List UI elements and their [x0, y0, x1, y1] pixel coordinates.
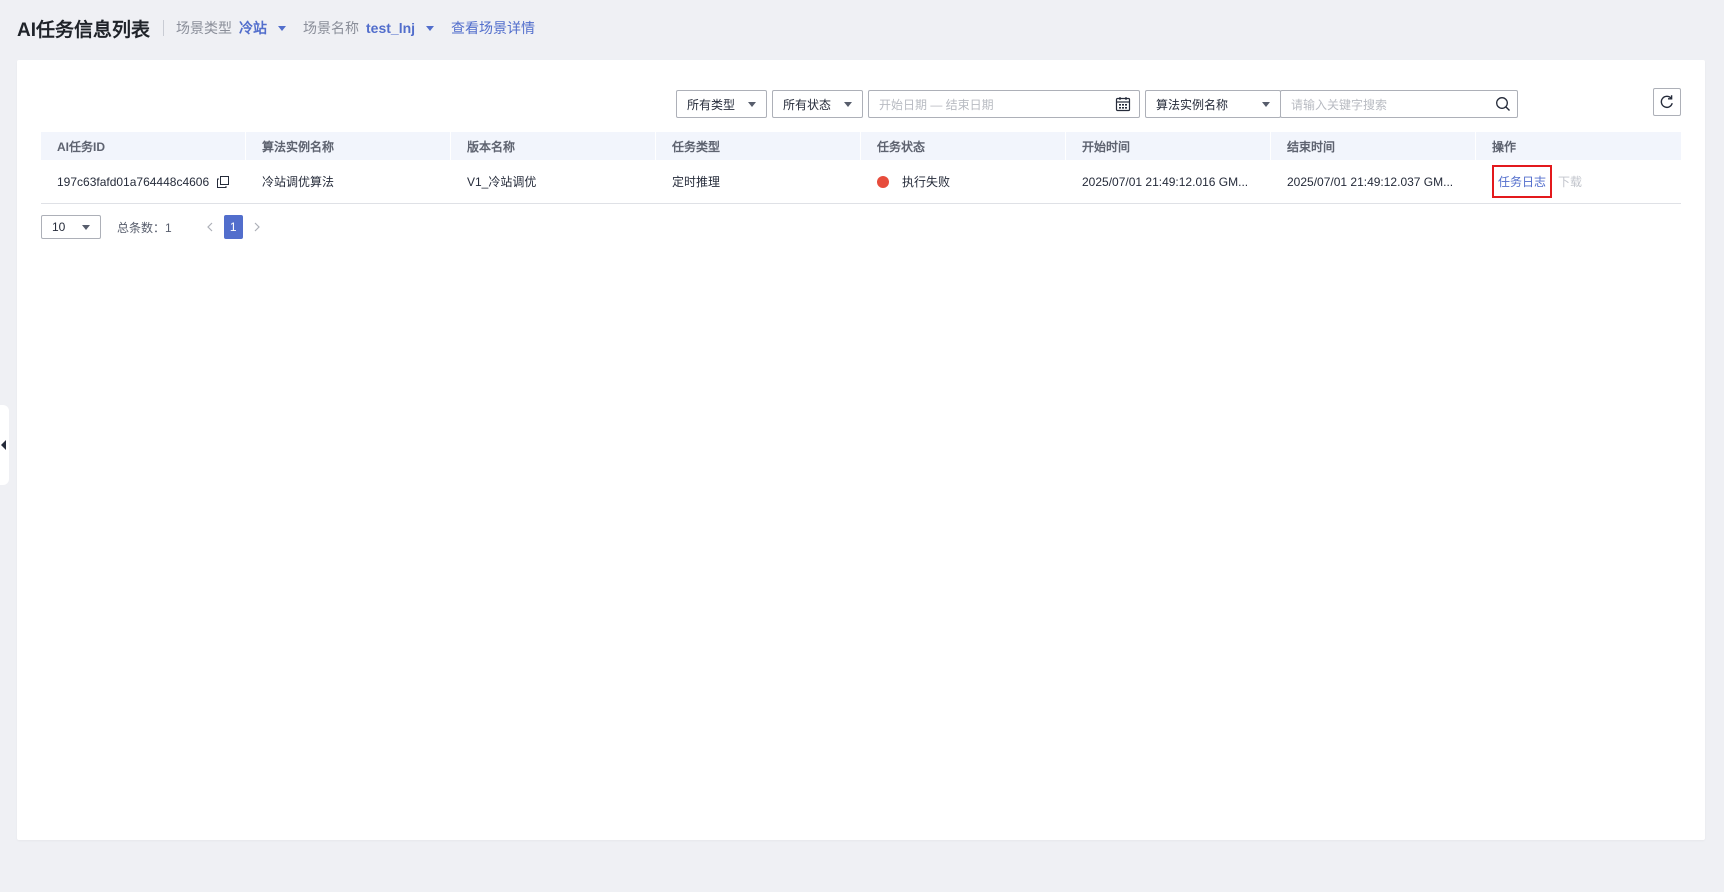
prev-page-button[interactable]: [202, 215, 218, 239]
column-header-algorithm-instance: 算法实例名称: [246, 132, 451, 160]
status-error-icon: [877, 175, 889, 188]
search-input[interactable]: 请输入关键字搜索: [1280, 90, 1518, 118]
status-filter-select[interactable]: 所有状态: [772, 90, 863, 118]
scene-name-chevron-down-icon[interactable]: [426, 25, 435, 31]
date-range-picker[interactable]: 开始日期 — 结束日期: [868, 90, 1140, 118]
cell-task-id: 197c63fafd01a764448c4606: [41, 160, 246, 203]
task-id-text: 197c63fafd01a764448c4606: [57, 174, 210, 189]
next-page-button[interactable]: [249, 215, 265, 239]
chevron-left-icon: [1, 440, 6, 450]
cell-end-time: 2025/07/01 21:49:12.037 GM...: [1287, 174, 1454, 189]
column-header-task-id: AI任务ID: [41, 132, 246, 160]
table-header: AI任务ID 算法实例名称 版本名称 任务类型 任务状态 开始时间 结束时间 操…: [41, 132, 1681, 160]
chevron-down-icon: [1262, 102, 1270, 107]
page-size-select[interactable]: 10: [41, 215, 101, 239]
search-field-select[interactable]: 算法实例名称: [1145, 90, 1281, 118]
chevron-left-icon: [206, 222, 213, 232]
download-link-disabled: 下载: [1558, 175, 1583, 189]
search-field-value: 算法实例名称: [1156, 97, 1229, 112]
chevron-down-icon: [82, 225, 90, 230]
chevron-down-icon: [844, 102, 852, 107]
column-header-start-time: 开始时间: [1066, 132, 1271, 160]
refresh-icon: [1660, 95, 1673, 109]
task-table: AI任务ID 算法实例名称 版本名称 任务类型 任务状态 开始时间 结束时间 操…: [41, 132, 1681, 204]
column-header-end-time: 结束时间: [1271, 132, 1476, 160]
cell-operations: 任务日志 下载: [1476, 160, 1681, 203]
page-size-value: 10: [52, 220, 66, 234]
date-range-placeholder: 开始日期 — 结束日期: [879, 97, 994, 112]
cell-task-type: 定时推理: [672, 175, 721, 189]
view-scene-detail-link[interactable]: 查看场景详情: [451, 18, 535, 38]
sidebar-expand-toggle[interactable]: [0, 405, 9, 485]
chevron-down-icon: [748, 102, 756, 107]
type-filter-value: 所有类型: [687, 97, 736, 112]
status-filter-value: 所有状态: [783, 97, 832, 112]
type-filter-select[interactable]: 所有类型: [676, 90, 767, 118]
column-header-operations: 操作: [1492, 139, 1517, 154]
scene-name-value[interactable]: test_lnj: [366, 20, 415, 36]
cell-algorithm-instance: 冷站调优算法: [262, 175, 335, 189]
page-header: AI任务信息列表 场景类型 冷站 场景名称 test_lnj 查看场景详情: [17, 16, 535, 41]
column-header-status: 任务状态: [861, 132, 1066, 160]
calendar-icon[interactable]: [1115, 96, 1131, 112]
scene-type-chevron-down-icon[interactable]: [278, 25, 287, 31]
task-log-link[interactable]: 任务日志: [1492, 165, 1553, 198]
column-header-task-type: 任务类型: [656, 132, 861, 160]
search-icon[interactable]: [1495, 96, 1511, 112]
total-count: 总条数：1: [117, 220, 172, 235]
scene-type-label: 场景类型: [176, 20, 233, 36]
task-list-card: 所有类型 所有状态 开始日期 — 结束日期 算法实例名称 请输入关键字搜索 AI…: [17, 60, 1705, 840]
pagination: 10 总条数：1 1: [41, 215, 265, 239]
search-placeholder: 请输入关键字搜索: [1291, 97, 1388, 112]
scene-type-value[interactable]: 冷站: [239, 18, 267, 38]
page-title: AI任务信息列表: [17, 19, 151, 41]
status-text: 执行失败: [902, 175, 951, 189]
copy-icon[interactable]: [217, 175, 230, 188]
column-header-version: 版本名称: [451, 132, 656, 160]
refresh-button[interactable]: [1653, 88, 1681, 116]
page-number-current[interactable]: 1: [223, 215, 243, 239]
cell-version: V1_冷站调优: [467, 175, 537, 189]
header-divider: [163, 20, 165, 36]
table-row: 197c63fafd01a764448c4606 冷站调优算法 V1_冷站调优 …: [41, 160, 1681, 204]
scene-name-label: 场景名称: [303, 20, 360, 36]
cell-start-time: 2025/07/01 21:49:12.016 GM...: [1082, 174, 1249, 189]
chevron-right-icon: [254, 222, 260, 232]
cell-status: 执行失败: [861, 160, 1066, 203]
